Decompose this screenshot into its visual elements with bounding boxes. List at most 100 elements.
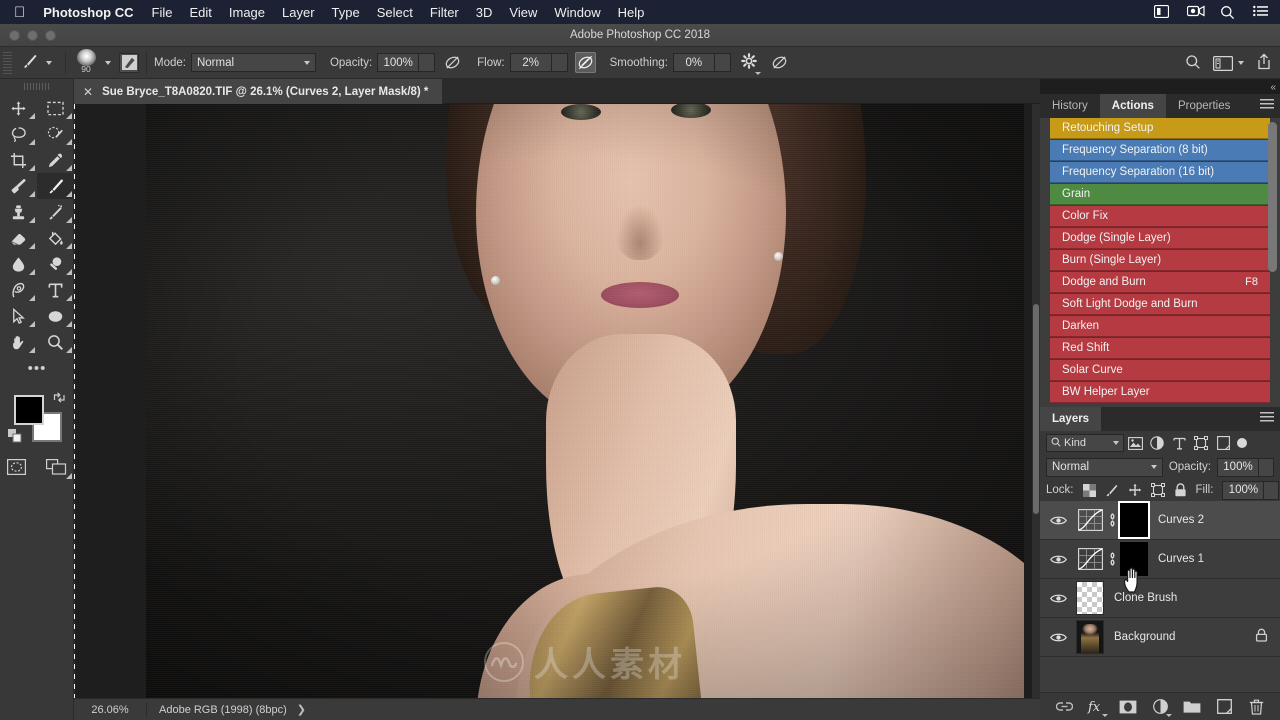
filter-toggle-icon[interactable] — [1236, 434, 1248, 452]
action-row[interactable]: Frequency Separation (16 bit) — [1050, 162, 1270, 183]
canvas-area[interactable]: 人人素材 — [74, 104, 1040, 698]
tool-history-brush[interactable] — [37, 199, 74, 225]
tab-layers[interactable]: Layers — [1040, 407, 1102, 431]
action-row[interactable]: Frequency Separation (8 bit) — [1050, 140, 1270, 161]
opacity-input[interactable]: 100% — [377, 53, 420, 72]
actions-list[interactable]: Retouching Setup Frequency Separation (8… — [1040, 118, 1280, 407]
default-colors-icon[interactable] — [8, 429, 22, 443]
active-tool-preset[interactable] — [20, 47, 58, 79]
add-layer-mask-icon[interactable] — [1119, 698, 1137, 716]
action-row[interactable]: Solar Curve — [1050, 360, 1270, 381]
tool-paint-bucket[interactable] — [37, 225, 74, 251]
action-row[interactable]: Dodge (Single Layer) — [1050, 228, 1270, 249]
adjustment-filter-icon[interactable] — [1146, 432, 1168, 454]
menu-3d[interactable]: 3D — [476, 5, 493, 20]
layer-row[interactable]: Clone Brush — [1040, 579, 1280, 618]
tool-clone-stamp[interactable] — [0, 199, 37, 225]
brush-panel-toggle-button[interactable] — [119, 52, 139, 73]
action-row[interactable]: Burn (Single Layer) — [1050, 250, 1270, 271]
action-row[interactable]: Color Fix — [1050, 206, 1270, 227]
menu-file[interactable]: File — [152, 5, 173, 20]
tool-dodge[interactable] — [37, 251, 74, 277]
flow-stepper[interactable] — [551, 53, 568, 72]
link-mask-icon[interactable] — [1104, 512, 1120, 528]
options-bar-grip[interactable] — [3, 51, 12, 74]
tool-preset-caret-icon[interactable] — [46, 60, 52, 65]
pressure-opacity-icon[interactable] — [442, 52, 463, 73]
screen-mode-icon[interactable] — [46, 457, 72, 479]
tab-properties[interactable]: Properties — [1166, 94, 1242, 118]
close-icon[interactable]: ✕ — [83, 85, 93, 99]
layer-filter-kind-select[interactable]: Kind — [1046, 434, 1124, 452]
document-tab[interactable]: ✕ Sue Bryce_T8A0820.TIF @ 26.1% (Curves … — [74, 79, 444, 104]
menu-edit[interactable]: Edit — [189, 5, 211, 20]
action-row[interactable]: BW Helper Layer — [1050, 382, 1270, 403]
flow-input[interactable]: 2% — [509, 53, 552, 72]
layer-visibility-toggle[interactable] — [1040, 554, 1076, 565]
action-row[interactable]: Grain — [1050, 184, 1270, 205]
tools-panel-grip[interactable] — [0, 79, 73, 95]
layer-fill-stepper[interactable] — [1264, 480, 1280, 500]
panel-menu-icon[interactable] — [1260, 412, 1274, 424]
layer-mask-thumbnail[interactable] — [1118, 501, 1150, 539]
layer-name[interactable]: Curves 2 — [1158, 514, 1204, 526]
action-row[interactable]: Soft Light Dodge and Burn — [1050, 294, 1270, 315]
lock-artboard-icon[interactable] — [1150, 482, 1165, 498]
spotlight-search-icon[interactable] — [1220, 5, 1237, 20]
apple-logo-icon[interactable]:  — [14, 5, 25, 20]
action-row[interactable]: Dodge and Burn F8 — [1050, 272, 1270, 293]
panel-menu-icon[interactable] — [1260, 99, 1274, 111]
maximize-window-button[interactable] — [45, 30, 56, 41]
share-icon[interactable] — [1256, 53, 1272, 73]
airbrush-icon[interactable] — [574, 52, 596, 73]
curves-adjustment-thumbnail[interactable] — [1076, 545, 1104, 573]
tool-spot-healing[interactable] — [0, 173, 37, 199]
new-adjustment-layer-icon[interactable] — [1151, 698, 1172, 717]
menu-select[interactable]: Select — [377, 5, 413, 20]
type-filter-icon[interactable] — [1168, 432, 1190, 454]
tool-path-selection[interactable] — [0, 303, 37, 329]
minimize-window-button[interactable] — [27, 30, 38, 41]
mode-select[interactable]: Normal — [190, 53, 316, 72]
layer-name[interactable]: Background — [1114, 631, 1175, 643]
lock-image-icon[interactable] — [1105, 482, 1119, 498]
new-group-icon[interactable] — [1183, 698, 1201, 716]
scrollbar-thumb[interactable] — [1033, 304, 1039, 514]
layer-fill-input[interactable]: 100% — [1222, 480, 1265, 500]
layer-opacity-input[interactable]: 100% — [1217, 457, 1259, 477]
menu-filter[interactable]: Filter — [430, 5, 459, 20]
layers-list[interactable]: Curves 2 Curves 1 Clone Brush Background — [1040, 501, 1280, 697]
smoothing-stepper[interactable] — [714, 53, 731, 72]
chevron-right-icon[interactable]: ❯ — [297, 703, 306, 716]
opacity-stepper[interactable] — [419, 53, 436, 72]
menu-help[interactable]: Help — [618, 5, 645, 20]
layer-name[interactable]: Clone Brush — [1114, 592, 1177, 604]
siri-list-icon[interactable] — [1253, 5, 1270, 20]
foreground-color-swatch[interactable] — [14, 395, 44, 425]
lock-position-icon[interactable] — [1128, 482, 1142, 498]
brush-size-preview[interactable]: 90 — [73, 47, 117, 79]
layer-row[interactable]: Background — [1040, 618, 1280, 657]
layer-opacity-stepper[interactable] — [1259, 457, 1274, 477]
layer-thumbnail[interactable] — [1076, 581, 1104, 615]
canvas-vertical-scrollbar[interactable] — [1032, 104, 1040, 698]
close-window-button[interactable] — [9, 30, 20, 41]
scrollbar-thumb[interactable] — [1268, 122, 1277, 272]
layer-row[interactable]: Curves 2 — [1040, 501, 1280, 540]
delete-layer-icon[interactable] — [1247, 698, 1265, 716]
shape-filter-icon[interactable] — [1190, 432, 1212, 454]
tool-blur[interactable] — [0, 251, 37, 277]
tab-actions[interactable]: Actions — [1099, 94, 1166, 118]
menu-view[interactable]: View — [509, 5, 537, 20]
brush-preview[interactable]: 90 — [73, 48, 99, 74]
menu-image[interactable]: Image — [229, 5, 265, 20]
lock-all-icon[interactable] — [1174, 482, 1187, 498]
tab-history[interactable]: History — [1040, 94, 1100, 118]
brush-picker-caret-icon[interactable] — [105, 60, 111, 65]
tool-rectangular-marquee[interactable] — [37, 95, 74, 121]
new-layer-icon[interactable] — [1215, 698, 1233, 716]
menu-app-name[interactable]: Photoshop CC — [43, 5, 133, 20]
action-row[interactable]: Retouching Setup — [1050, 118, 1270, 139]
tool-eyedropper[interactable] — [37, 147, 74, 173]
layer-thumbnail[interactable] — [1076, 620, 1104, 654]
